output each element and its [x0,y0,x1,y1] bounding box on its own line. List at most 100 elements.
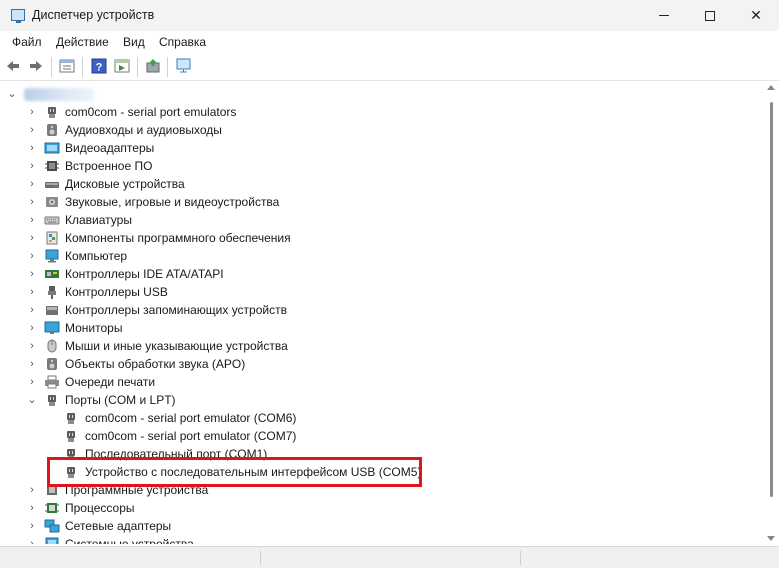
chevron-right-icon[interactable]: › [27,322,37,334]
tree-category-row[interactable]: › Мониторы [0,319,764,337]
update-driver-button[interactable] [144,57,162,75]
chevron-right-icon[interactable]: › [27,196,37,208]
scroll-up-icon[interactable] [767,85,775,90]
tree-item-label: Контроллеры IDE ATA/ATAPI [65,267,224,281]
help-icon: ? [91,58,107,74]
tree-item-label: com0com - serial port emulator (COM6) [85,411,297,425]
tree-item-label: Компьютер [65,249,128,263]
toolbar-separator [82,57,83,77]
scroll-thumb[interactable] [770,102,773,497]
chevron-right-icon[interactable]: › [27,286,37,298]
chevron-right-icon[interactable]: › [27,142,37,154]
tree-category-row[interactable]: ⌄ Порты (COM и LPT) [0,391,764,409]
properties-icon [59,59,75,73]
chevron-right-icon[interactable]: › [27,376,37,388]
tree-category-row[interactable]: › Клавиатуры [0,211,764,229]
close-button[interactable]: ✕ [733,0,779,31]
window-title: Диспетчер устройств [32,8,155,22]
tree-item-label: Системные устройства [65,537,194,544]
processor-icon [45,503,59,513]
chevron-right-icon[interactable]: › [27,160,37,172]
forward-button[interactable] [27,57,45,75]
tree-category-row[interactable]: › Компоненты программного обеспечения [0,229,764,247]
tree-category-row[interactable]: › Сетевые адаптеры [0,517,764,535]
toolbar: ? [0,53,779,81]
menu-action[interactable]: Действие [56,35,109,49]
svg-text:?: ? [96,62,103,74]
chevron-down-icon[interactable]: ⌄ [7,88,17,100]
menu-file[interactable]: Файл [12,35,42,49]
menu-help[interactable]: Справка [159,35,206,49]
device-tree[interactable]: ⌄ › com0com - serial port emulators › Аудио… [0,82,764,544]
tree-category-row[interactable]: › Процессоры [0,499,764,517]
tree-category-row[interactable]: › Аудиовходы и аудиовыходы [0,121,764,139]
minimize-button[interactable] [641,0,687,31]
status-divider [520,551,521,565]
tree-category-row[interactable]: › Видеоадаптеры [0,139,764,157]
port-icon [48,395,56,406]
chevron-right-icon[interactable]: › [27,502,37,514]
menu-view[interactable]: Вид [123,35,145,49]
device-manager-icon [11,9,25,23]
computer-icon [45,249,59,263]
chevron-right-icon[interactable]: › [27,340,37,352]
chevron-down-icon[interactable]: ⌄ [27,394,37,406]
chevron-right-icon[interactable]: › [27,214,37,226]
highlight-box [47,457,422,487]
chevron-right-icon[interactable]: › [27,484,37,496]
tree-category-row[interactable]: › Звуковые, игровые и видеоустройства [0,193,764,211]
chevron-right-icon[interactable]: › [27,250,37,262]
show-hidden-button[interactable] [113,57,131,75]
tree-category-row[interactable]: › Встроенное ПО [0,157,764,175]
chevron-right-icon[interactable]: › [27,106,37,118]
back-button[interactable] [4,57,22,75]
tree-item-label: Процессоры [65,501,135,515]
tree-category-row[interactable]: › Контроллеры запоминающих устройств [0,301,764,319]
chevron-right-icon[interactable]: › [27,268,37,280]
tree-category-row[interactable]: › Мыши и иные указывающие устройства [0,337,764,355]
chevron-right-icon[interactable]: › [27,358,37,370]
tree-item-label: com0com - serial port emulator (COM7) [85,429,297,443]
status-divider [260,551,261,565]
network-adapter-icon [44,519,60,533]
tree-item-label: Сетевые адаптеры [65,519,172,533]
system-device-icon [45,537,59,544]
chevron-right-icon[interactable]: › [27,178,37,190]
tree-category-row[interactable]: › Объекты обработки звука (APO) [0,355,764,373]
tree-category-row[interactable]: › Контроллеры USB [0,283,764,301]
tree-category-row[interactable]: › Очереди печати [0,373,764,391]
vertical-scrollbar[interactable] [764,82,779,544]
minimize-icon [659,15,669,16]
maximize-icon [705,10,715,21]
chevron-right-icon[interactable]: › [27,520,37,532]
chevron-right-icon[interactable]: › [27,304,37,316]
tree-root[interactable]: ⌄ [0,85,764,103]
help-button[interactable]: ? [90,57,108,75]
status-bar [0,546,779,568]
close-icon: ✕ [750,7,762,23]
chevron-right-icon[interactable]: › [27,124,37,136]
menu-bar: Файл Действие Вид Справка [0,31,779,53]
tree-device-row[interactable]: com0com - serial port emulator (COM6) [0,409,764,427]
scroll-down-icon[interactable] [767,536,775,541]
update-driver-icon [146,59,160,73]
scan-hardware-button[interactable] [175,57,193,75]
forward-arrow-icon [30,61,42,71]
tree-category-row[interactable]: › Дисковые устройства [0,175,764,193]
usb-icon [48,286,56,299]
properties-button[interactable] [58,57,76,75]
tree-item-label: Дисковые устройства [65,177,185,191]
tree-item-label: com0com - serial port emulators [65,105,237,119]
tree-category-row[interactable]: › Системные устройства [0,535,764,544]
tree-category-row[interactable]: › com0com - serial port emulators [0,103,764,121]
tree-category-row[interactable]: › Контроллеры IDE ATA/ATAPI [0,265,764,283]
tree-item-label: Клавиатуры [65,213,132,227]
tree-item-label: Аудиовходы и аудиовыходы [65,123,222,137]
disk-icon [45,182,59,188]
port-icon [67,413,75,424]
chevron-right-icon[interactable]: › [27,538,37,544]
maximize-button[interactable] [687,0,733,31]
tree-device-row[interactable]: com0com - serial port emulator (COM7) [0,427,764,445]
chevron-right-icon[interactable]: › [27,232,37,244]
tree-category-row[interactable]: › Компьютер [0,247,764,265]
